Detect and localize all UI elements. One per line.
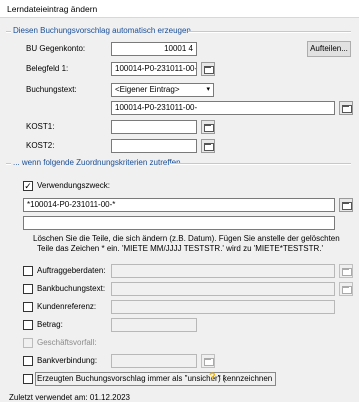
group1-title: Diesen Buchungsvorschlag automatisch erz… [13, 26, 198, 35]
group2-line-left [6, 163, 11, 165]
group2-line-right [170, 163, 351, 165]
bankbuchungstext-label: Bankbuchungstext: [37, 284, 106, 293]
auftraggeberdaten-lookup-icon[interactable] [339, 264, 353, 278]
betrag-checkbox[interactable] [23, 320, 33, 330]
bankverbindung-input[interactable] [111, 354, 197, 368]
buchungstext-input[interactable]: 100014-P0-231011-00- [111, 101, 335, 115]
kost2-lookup-icon[interactable] [201, 139, 215, 153]
title-bar: Lerndateieintrag ändern [0, 0, 359, 18]
betrag-input[interactable] [111, 318, 197, 332]
buchungstext-select[interactable]: <Eigener Eintrag> ▾ [111, 83, 214, 97]
belegfeld1-lookup-icon[interactable] [201, 62, 215, 76]
group1-line-left [6, 31, 11, 33]
bankbuchungstext-checkbox[interactable] [23, 284, 33, 294]
bu-gegenkonto-input[interactable]: 10001 4 [111, 42, 197, 56]
kost1-label: KOST1: [26, 122, 55, 131]
bu-gegenkonto-label: BU Gegenkonto: [26, 44, 86, 53]
buchungstext-lookup-icon[interactable] [339, 101, 353, 115]
chevron-down-icon: ▾ [206, 86, 210, 93]
hint-line-1: Löschen Sie die Teile, die sich ändern (… [33, 234, 340, 243]
bankbuchungstext-lookup-icon[interactable] [339, 282, 353, 296]
belegfeld1-label: Belegfeld 1: [26, 64, 69, 73]
unsicher-label-post: ) kennzeichnen [218, 374, 273, 383]
unsicher-label-pre: Erzeugten Buchungsvorschlag immer als "u… [37, 374, 226, 383]
question-icon: ? [209, 371, 216, 383]
group2-title: ... wenn folgende Zuordnungskriterien zu… [13, 158, 181, 167]
verwendungszweck-lookup-icon[interactable] [339, 198, 353, 212]
bankverbindung-lookup-icon[interactable] [201, 354, 215, 368]
kost2-input[interactable] [111, 139, 197, 153]
window-title: Lerndateieintrag ändern [7, 4, 98, 14]
geschaeftsvorfall-checkbox[interactable] [23, 338, 33, 348]
belegfeld1-input[interactable]: 100014-P0-231011-00- [111, 62, 197, 76]
kost2-label: KOST2: [26, 141, 55, 150]
group1-line-right [188, 31, 351, 33]
kost1-input[interactable] [111, 120, 197, 134]
kost1-lookup-icon[interactable] [201, 120, 215, 134]
verwendungszweck-label: Verwendungszweck: [37, 181, 110, 190]
verwendungszweck-checkbox[interactable]: ✓ [23, 181, 33, 191]
kundenreferenz-input[interactable] [111, 300, 335, 314]
bankverbindung-label: Bankverbindung: [37, 356, 98, 365]
kundenreferenz-label: Kundenreferenz: [37, 302, 97, 311]
betrag-label: Betrag: [37, 320, 63, 329]
auftraggeberdaten-input[interactable] [111, 264, 335, 278]
aufteilen-button[interactable]: Aufteilen... [307, 41, 351, 57]
kundenreferenz-checkbox[interactable] [23, 302, 33, 312]
buchungstext-selected: <Eigener Eintrag> [115, 85, 180, 94]
bankverbindung-checkbox[interactable] [23, 356, 33, 366]
auftraggeberdaten-checkbox[interactable] [23, 266, 33, 276]
verwendungszweck-input[interactable]: *100014-P0-231011-00-* [23, 198, 335, 212]
hint-line-2: Teile das Zeichen * ein. 'MIETE MM/JJJJ … [37, 244, 324, 253]
last-used-text: Zuletzt verwendet am: 01.12.2023 [9, 393, 130, 402]
unsicher-checkbox[interactable] [23, 374, 33, 384]
geschaeftsvorfall-label: Geschäftsvorfall: [37, 338, 97, 347]
buchungstext-label: Buchungstext: [26, 85, 77, 94]
verwendungszweck-input-2[interactable] [23, 216, 335, 230]
auftraggeberdaten-label: Auftraggeberdaten: [37, 266, 106, 275]
dialog-body: Diesen Buchungsvorschlag automatisch erz… [0, 18, 359, 402]
bankbuchungstext-input[interactable] [111, 282, 335, 296]
